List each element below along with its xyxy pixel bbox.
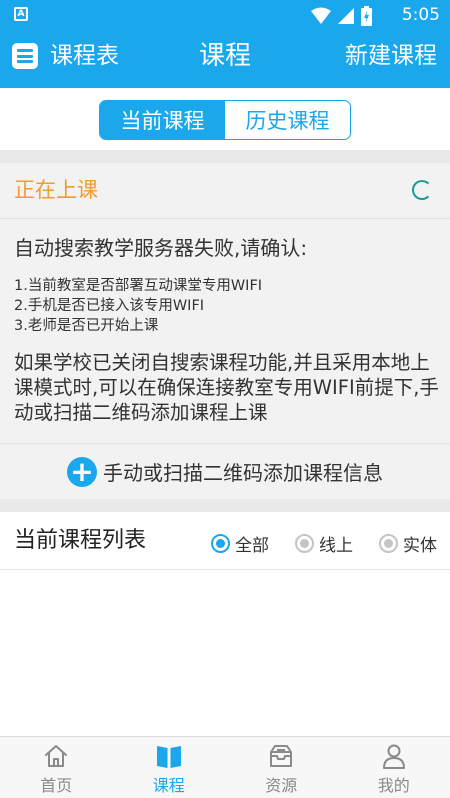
search-fail-message: 自动搜索教学服务器失败,请确认: xyxy=(14,236,308,260)
wifi-icon xyxy=(311,7,331,24)
reason-item: 3.老师是否已开始上课 xyxy=(14,318,159,334)
reason-item: 2.手机是否已接入该专用WIFI xyxy=(14,298,205,314)
tab-current-courses[interactable]: 当前课程 xyxy=(100,101,225,139)
bottom-tab-bar: 首页 课程 资源 我的 xyxy=(0,736,450,798)
divider xyxy=(0,499,450,512)
filter-label: 线上 xyxy=(319,536,353,556)
inbox-icon xyxy=(270,745,293,767)
course-list xyxy=(0,571,450,736)
status-bar: A 5:05 xyxy=(0,0,450,30)
radio-unselected-icon xyxy=(379,534,398,553)
live-class-card: 正在上课 自动搜索教学服务器失败,请确认: 1.当前教室是否部署互动课堂专用WI… xyxy=(0,163,450,499)
tab-mine[interactable]: 我的 xyxy=(338,737,450,798)
schedule-list-icon[interactable] xyxy=(12,43,38,69)
tab-label: 首页 xyxy=(40,776,73,795)
filter-label: 全部 xyxy=(235,536,269,556)
filter-all-radio[interactable]: 全部 xyxy=(211,531,269,556)
tab-history-courses[interactable]: 历史课程 xyxy=(225,101,350,139)
home-icon xyxy=(45,745,68,767)
tab-resources[interactable]: 资源 xyxy=(225,737,338,798)
add-course-button[interactable]: + 手动或扫描二维码添加课程信息 xyxy=(0,443,450,499)
tab-course[interactable]: 课程 xyxy=(113,737,226,798)
person-icon xyxy=(382,744,405,769)
course-list-header: 当前课程列表 全部 线上 实体 xyxy=(0,512,450,570)
battery-icon xyxy=(361,6,372,26)
radio-selected-icon xyxy=(211,534,230,553)
course-segmented-control: 当前课程 历史课程 xyxy=(99,100,351,140)
book-icon xyxy=(156,746,181,768)
tab-label: 我的 xyxy=(377,776,410,795)
filter-physical-radio[interactable]: 实体 xyxy=(379,531,437,556)
add-course-label: 手动或扫描二维码添加课程信息 xyxy=(103,461,383,485)
filter-online-radio[interactable]: 线上 xyxy=(295,531,353,556)
sim-card-icon: A xyxy=(14,7,28,21)
reason-item: 1.当前教室是否部署互动课堂专用WIFI xyxy=(14,278,263,294)
tab-home[interactable]: 首页 xyxy=(0,737,113,798)
signal-icon xyxy=(338,8,354,24)
add-circle-icon: + xyxy=(67,456,97,487)
app-bar: 课程表 课程 新建课程 xyxy=(0,30,450,88)
tab-label: 资源 xyxy=(265,776,298,795)
tab-label: 课程 xyxy=(152,776,185,795)
live-class-header: 正在上课 xyxy=(0,163,450,219)
filter-label: 实体 xyxy=(403,536,437,556)
clock: 5:05 xyxy=(401,5,440,25)
manual-add-instructions: 如果学校已关闭自搜索课程功能,并且采用本地上课模式时,可以在确保连接教室专用WI… xyxy=(14,351,439,424)
divider xyxy=(0,150,450,163)
radio-unselected-icon xyxy=(295,534,314,553)
course-list-title: 当前课程列表 xyxy=(14,528,147,553)
page-title: 课程 xyxy=(198,41,251,71)
loading-spinner-icon xyxy=(412,180,432,200)
schedule-button[interactable]: 课程表 xyxy=(50,41,119,71)
system-icons xyxy=(311,6,372,26)
live-class-title: 正在上课 xyxy=(14,178,98,202)
new-course-button[interactable]: 新建课程 xyxy=(345,41,437,71)
